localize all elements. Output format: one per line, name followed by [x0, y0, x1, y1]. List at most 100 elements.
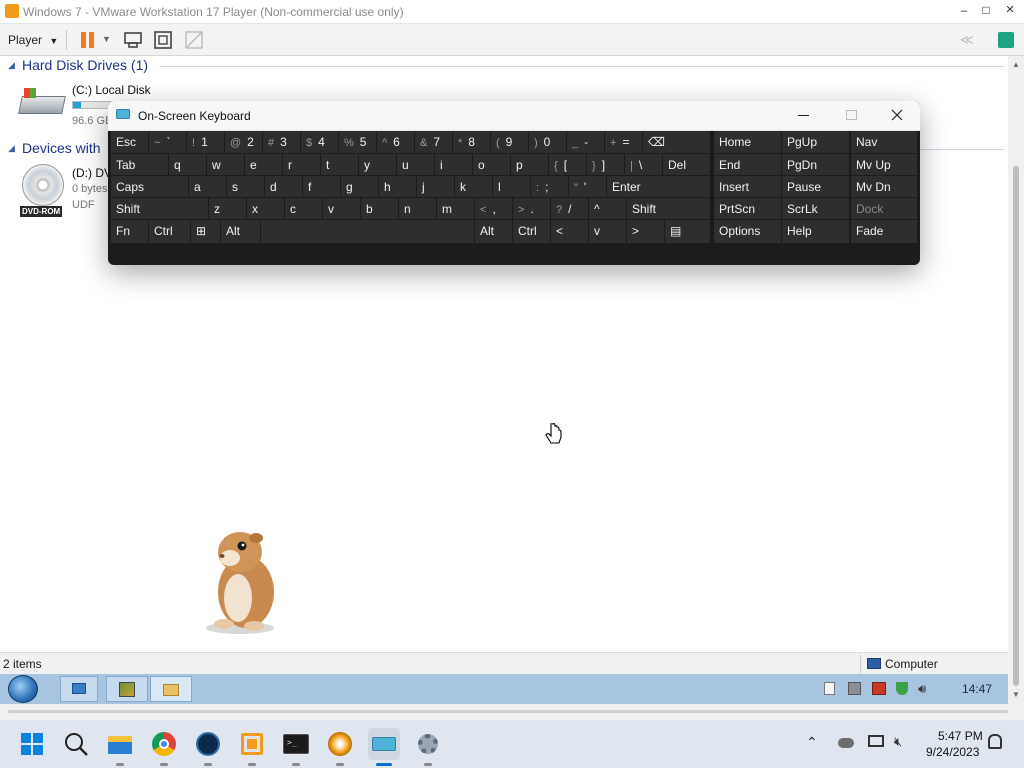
- group-expand-icon[interactable]: ◢: [8, 143, 15, 154]
- display-icon[interactable]: [868, 735, 884, 747]
- osk-key[interactable]: #3: [263, 131, 300, 153]
- photos-icon[interactable]: [192, 728, 224, 766]
- scroll-down-icon[interactable]: ▼: [1012, 690, 1020, 699]
- notification-bell-icon[interactable]: [988, 734, 1002, 749]
- group-expand-icon[interactable]: ◢: [8, 60, 15, 71]
- osk-key[interactable]: [261, 220, 474, 243]
- osk-key[interactable]: d: [265, 176, 302, 197]
- osk-key[interactable]: Esc: [111, 131, 148, 153]
- terminal-icon[interactable]: >_: [280, 728, 312, 766]
- osk-key[interactable]: ! 1: [187, 131, 224, 153]
- osk-key[interactable]: ▤: [665, 220, 710, 243]
- taskbar-button-remote[interactable]: [60, 676, 98, 702]
- osk-key[interactable]: & 7: [415, 131, 452, 153]
- osk-key[interactable]: v: [323, 198, 360, 219]
- osk-key[interactable]: Alt: [475, 220, 512, 243]
- h-scroll-thumb[interactable]: [8, 710, 1008, 713]
- osk-key[interactable]: o: [473, 154, 510, 175]
- osk-key[interactable]: Caps: [111, 176, 188, 197]
- osk-key[interactable]: (9: [491, 131, 528, 153]
- osk-key[interactable]: :;: [531, 176, 568, 197]
- taskbar-button-explorer[interactable]: [150, 676, 192, 702]
- host-time[interactable]: 5:47 PM: [938, 729, 983, 743]
- osk-key[interactable]: r: [283, 154, 320, 175]
- tray-security-icon[interactable]: [896, 682, 908, 695]
- osk-close-icon[interactable]: [891, 109, 903, 121]
- osk-key[interactable]: p: [511, 154, 548, 175]
- osk-key[interactable]: $4: [301, 131, 338, 153]
- osk-key[interactable]: Fn: [111, 220, 148, 243]
- osk-key[interactable]: % 5: [339, 131, 376, 153]
- osk-nav-key[interactable]: Fade: [851, 220, 917, 243]
- start-icon[interactable]: [16, 728, 48, 760]
- maximize-button[interactable]: □: [978, 3, 994, 17]
- osk-key[interactable]: + =: [605, 131, 642, 153]
- osk-key[interactable]: Del: [663, 154, 710, 175]
- osk-key[interactable]: ^: [589, 198, 626, 219]
- osk-nav-key[interactable]: ScrLk: [782, 198, 849, 219]
- osk-key[interactable]: Alt: [221, 220, 260, 243]
- speaker-muted-icon[interactable]: 🔇︎: [894, 734, 902, 750]
- osk-key[interactable]: s: [227, 176, 264, 197]
- osk-key[interactable]: g: [341, 176, 378, 197]
- dvd-drive-item[interactable]: DVD-ROM: [18, 164, 74, 217]
- osk-key[interactable]: b: [361, 198, 398, 219]
- osk-key[interactable]: f: [303, 176, 340, 197]
- osk-key[interactable]: * 8: [453, 131, 490, 153]
- osk-nav-key[interactable]: PgUp: [782, 131, 849, 153]
- onedrive-icon[interactable]: [838, 738, 854, 748]
- osk-nav-key[interactable]: Help: [782, 220, 849, 243]
- osk-key[interactable]: Shift: [627, 198, 710, 219]
- scroll-up-icon[interactable]: ▲: [1012, 60, 1020, 69]
- osk-nav-key[interactable]: Nav: [851, 131, 917, 153]
- osk-key[interactable]: Shift: [111, 198, 208, 219]
- fullscreen-icon[interactable]: [153, 30, 173, 50]
- osk-key[interactable]: e: [245, 154, 282, 175]
- osk-nav-key[interactable]: Mv Dn: [851, 176, 917, 197]
- osk-key[interactable]: ) 0: [529, 131, 566, 153]
- hamster-desktop-pet-icon[interactable]: [196, 528, 288, 636]
- scroll-thumb[interactable]: [1013, 166, 1019, 686]
- file-explorer-icon[interactable]: [104, 728, 136, 766]
- taskbar-button-game[interactable]: [106, 676, 148, 702]
- osk-nav-key[interactable]: End: [714, 154, 781, 175]
- osk-nav-key[interactable]: Mv Up: [851, 154, 917, 175]
- osk-key[interactable]: m: [437, 198, 474, 219]
- osk-key[interactable]: k: [455, 176, 492, 197]
- osk-key[interactable]: }]: [587, 154, 624, 175]
- keyboard-icon[interactable]: [368, 728, 400, 766]
- osk-key[interactable]: ⌫: [643, 131, 710, 153]
- osk-nav-key[interactable]: Options: [714, 220, 781, 243]
- tray-volume-icon[interactable]: 🔊︎: [918, 681, 926, 697]
- vm-vertical-scrollbar[interactable]: ▲ ▼: [1008, 56, 1024, 704]
- osk-key[interactable]: Ctrl: [149, 220, 190, 243]
- vm-horizontal-scrollbar[interactable]: [0, 704, 1024, 720]
- minimize-button[interactable]: –: [956, 3, 972, 17]
- send-ctrl-alt-del-icon[interactable]: [123, 31, 143, 49]
- osk-key[interactable]: n: [399, 198, 436, 219]
- osk-key[interactable]: >.: [513, 198, 550, 219]
- osk-key[interactable]: i: [435, 154, 472, 175]
- osk-key[interactable]: | \: [625, 154, 662, 175]
- osk-key[interactable]: ? /: [551, 198, 588, 219]
- osk-key[interactable]: >: [627, 220, 664, 243]
- message-log-icon[interactable]: [998, 32, 1014, 48]
- settings-icon[interactable]: [412, 728, 444, 766]
- osk-key[interactable]: u: [397, 154, 434, 175]
- osk-minimize-button[interactable]: [798, 115, 809, 116]
- osk-nav-key[interactable]: Pause: [782, 176, 849, 197]
- media-player-icon[interactable]: [324, 728, 356, 766]
- osk-key[interactable]: ~ `: [149, 131, 186, 153]
- osk-key[interactable]: c: [285, 198, 322, 219]
- osk-key[interactable]: h: [379, 176, 416, 197]
- osk-key[interactable]: _ -: [567, 131, 604, 153]
- vmware-icon[interactable]: [236, 728, 268, 766]
- osk-key[interactable]: {[: [549, 154, 586, 175]
- close-button[interactable]: ×: [1002, 1, 1018, 18]
- pause-button[interactable]: [80, 31, 96, 49]
- osk-key[interactable]: " ': [569, 176, 606, 197]
- osk-key[interactable]: Tab: [111, 154, 168, 175]
- osk-nav-key[interactable]: Insert: [714, 176, 781, 197]
- osk-key[interactable]: j: [417, 176, 454, 197]
- osk-key[interactable]: x: [247, 198, 284, 219]
